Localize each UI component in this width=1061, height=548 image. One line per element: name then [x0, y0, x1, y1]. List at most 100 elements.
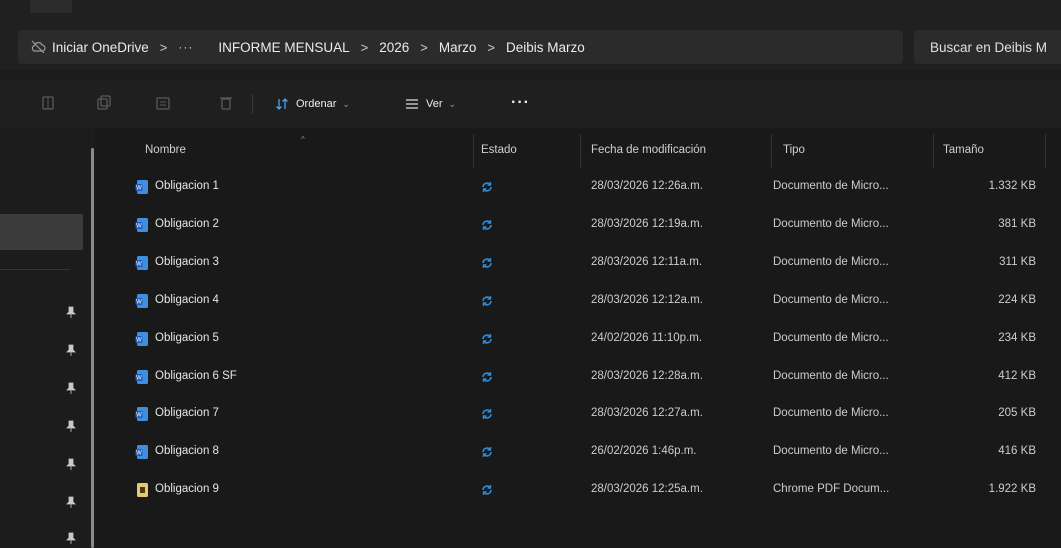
svg-text:W: W	[136, 375, 142, 381]
chevron-down-icon: ⌄	[448, 98, 457, 109]
file-name: Obligacion 8	[155, 445, 219, 458]
file-row[interactable]: W Obligacion 4 28/03/2026 12:12a.m. Documen…	[95, 283, 1061, 321]
file-name: Obligacion 6 SF	[155, 369, 237, 382]
file-row[interactable]: W Obligacion 5 24/02/2026 11:10p.m. Documen…	[95, 321, 1061, 359]
view-button[interactable]: Ver ⌄	[405, 93, 456, 115]
view-list-icon	[406, 99, 418, 109]
window-top-strip	[0, 0, 1061, 24]
sidebar-scrollbar[interactable]	[91, 148, 94, 548]
paste-icon[interactable]	[155, 95, 171, 111]
file-size: 205 KB	[998, 407, 1036, 420]
column-divider[interactable]	[771, 134, 772, 168]
tab-stub[interactable]	[30, 0, 72, 13]
column-header-size[interactable]: Tamaño	[943, 144, 984, 156]
delete-icon[interactable]	[218, 95, 234, 111]
file-date: 28/03/2026 12:11a.m.	[591, 255, 703, 268]
breadcrumb-separator[interactable]: >	[420, 40, 428, 55]
svg-text:W: W	[136, 337, 142, 343]
breadcrumb-item-deibis-marzo[interactable]: Deibis Marzo	[506, 40, 585, 55]
breadcrumb-separator[interactable]: >	[160, 40, 168, 55]
file-name: Obligacion 5	[155, 331, 219, 344]
cut-icon[interactable]	[40, 95, 56, 111]
svg-text:W: W	[136, 413, 142, 419]
sync-status-icon	[482, 409, 492, 420]
sync-status-icon	[482, 447, 492, 458]
file-size: 1.922 KB	[988, 483, 1036, 496]
word-document-icon: W	[135, 445, 148, 460]
svg-text:W: W	[136, 261, 142, 267]
breadcrumb-item-onedrive[interactable]: Iniciar OneDrive	[52, 40, 149, 55]
sidebar-item-selected[interactable]	[0, 214, 83, 250]
svg-text:W: W	[136, 299, 142, 305]
breadcrumb-item-marzo[interactable]: Marzo	[439, 40, 477, 55]
file-type: Documento de Micro...	[773, 407, 889, 420]
word-document-icon: W	[135, 331, 148, 346]
chevron-down-icon: ⌄	[342, 98, 350, 109]
navigation-pane	[0, 128, 95, 548]
sync-status-icon	[482, 257, 492, 268]
toolbar-divider	[252, 94, 253, 114]
file-date: 26/02/2026 1:46p.m.	[591, 445, 697, 458]
column-header-status[interactable]: Estado	[481, 144, 517, 156]
file-list: ^ Nombre Estado Fecha de modificación Ti…	[95, 128, 1061, 548]
file-row[interactable]: W Obligacion 2 28/03/2026 12:19a.m. Documen…	[95, 207, 1061, 245]
sort-label: Ordenar	[296, 98, 337, 110]
word-document-icon: W	[135, 407, 148, 422]
breadcrumb-item-2026[interactable]: 2026	[379, 40, 409, 55]
breadcrumb-overflow[interactable]: ···	[178, 40, 193, 54]
file-name: Obligacion 1	[155, 180, 219, 192]
pin-icon[interactable]	[66, 306, 76, 318]
column-header-name[interactable]: Nombre	[145, 144, 186, 156]
file-size: 234 KB	[998, 331, 1036, 344]
pin-icon[interactable]	[66, 532, 76, 544]
file-name: Obligacion 7	[155, 407, 219, 420]
sync-status-icon	[482, 295, 492, 306]
breadcrumb-separator[interactable]: >	[361, 40, 369, 55]
file-row[interactable]: W Obligacion 3 28/03/2026 12:11a.m. Documen…	[95, 245, 1061, 283]
pin-icon[interactable]	[66, 420, 76, 432]
file-date: 28/03/2026 12:25a.m.	[591, 483, 703, 496]
view-label: Ver	[426, 98, 443, 110]
column-divider[interactable]	[580, 134, 581, 168]
sort-button[interactable]: Ordenar ⌄	[275, 93, 350, 115]
column-header-type[interactable]: Tipo	[783, 144, 805, 156]
column-header-row: ^ Nombre Estado Fecha de modificación Ti…	[95, 134, 1061, 168]
column-header-date[interactable]: Fecha de modificación	[591, 144, 706, 156]
more-options-button[interactable]: ···	[511, 94, 530, 112]
pin-icon[interactable]	[66, 458, 76, 470]
pin-icon[interactable]	[66, 382, 76, 394]
file-row[interactable]: W Obligacion 1 28/03/2026 12:26a.m. Documen…	[95, 169, 1061, 207]
file-size: 381 KB	[998, 217, 1036, 230]
file-date: 28/03/2026 12:26a.m.	[591, 180, 703, 192]
word-document-icon: W	[135, 369, 148, 384]
copy-icon[interactable]	[96, 95, 112, 111]
file-name: Obligacion 3	[155, 255, 219, 268]
word-document-icon: W	[135, 217, 148, 232]
breadcrumb-separator[interactable]: >	[487, 40, 495, 55]
sync-status-icon	[482, 371, 492, 382]
word-document-icon: W	[135, 293, 148, 308]
file-row[interactable]: Obligacion 9 28/03/2026 12:25a.m. Chrome P…	[95, 472, 1061, 510]
breadcrumb-item-informe-mensual[interactable]: INFORME MENSUAL	[218, 40, 349, 55]
file-date: 28/03/2026 12:12a.m.	[591, 293, 703, 306]
search-input[interactable]: Buscar en Deibis M	[914, 30, 1061, 64]
onedrive-cloud-icon	[31, 40, 46, 54]
pin-icon[interactable]	[66, 496, 76, 508]
pin-icon[interactable]	[66, 344, 76, 356]
column-divider[interactable]	[473, 134, 474, 168]
file-row[interactable]: W Obligacion 6 SF 28/03/2026 12:28a.m. Docu…	[95, 359, 1061, 397]
file-size: 224 KB	[998, 293, 1036, 306]
file-type: Documento de Micro...	[773, 255, 889, 268]
column-divider[interactable]	[933, 134, 934, 168]
file-row[interactable]: W Obligacion 7 28/03/2026 12:27a.m. Documen…	[95, 396, 1061, 434]
sync-status-icon	[482, 219, 492, 230]
file-size: 416 KB	[998, 445, 1036, 458]
file-type: Documento de Micro...	[773, 217, 889, 230]
column-divider[interactable]	[1045, 134, 1046, 168]
file-row[interactable]: W Obligacion 8 26/02/2026 1:46p.m. Document…	[95, 434, 1061, 472]
sync-status-icon	[482, 485, 492, 496]
file-type: Chrome PDF Docum...	[773, 483, 890, 496]
file-date: 28/03/2026 12:19a.m.	[591, 217, 703, 230]
breadcrumb[interactable]: Iniciar OneDrive > ··· INFORME MENSUAL >…	[18, 30, 903, 64]
file-type: Documento de Micro...	[773, 369, 889, 382]
